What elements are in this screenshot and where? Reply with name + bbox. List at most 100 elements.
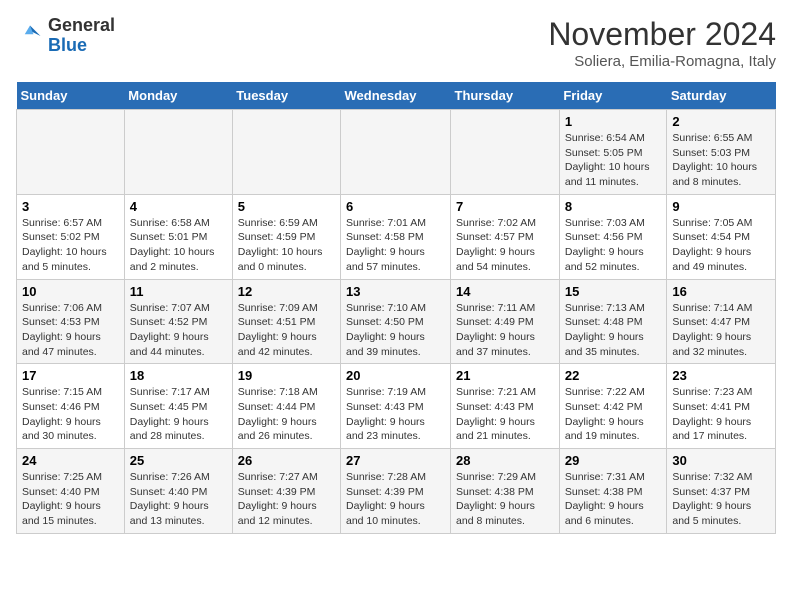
calendar-table: SundayMondayTuesdayWednesdayThursdayFrid… bbox=[16, 82, 776, 534]
day-info: Sunrise: 6:58 AMSunset: 5:01 PMDaylight:… bbox=[130, 216, 227, 275]
calendar-day-cell: 24 Sunrise: 7:25 AMSunset: 4:40 PMDayligh… bbox=[17, 449, 125, 534]
day-number: 19 bbox=[238, 368, 335, 383]
calendar-day-cell: 17 Sunrise: 7:15 AMSunset: 4:46 PMDayligh… bbox=[17, 364, 125, 449]
day-number: 16 bbox=[672, 284, 770, 299]
day-number: 24 bbox=[22, 453, 119, 468]
calendar-day-cell: 23 Sunrise: 7:23 AMSunset: 4:41 PMDayligh… bbox=[667, 364, 776, 449]
day-info: Sunrise: 7:32 AMSunset: 4:37 PMDaylight:… bbox=[672, 470, 770, 529]
day-number: 22 bbox=[565, 368, 662, 383]
day-number: 13 bbox=[346, 284, 445, 299]
calendar-day-cell: 16 Sunrise: 7:14 AMSunset: 4:47 PMDayligh… bbox=[667, 279, 776, 364]
calendar-day-cell: 9Sunrise: 7:05 AMSunset: 4:54 PMDaylight… bbox=[667, 194, 776, 279]
day-info: Sunrise: 7:01 AMSunset: 4:58 PMDaylight:… bbox=[346, 216, 445, 275]
weekday-header: Saturday bbox=[667, 82, 776, 110]
calendar-day-cell: 30 Sunrise: 7:32 AMSunset: 4:37 PMDayligh… bbox=[667, 449, 776, 534]
calendar-day-cell: 14 Sunrise: 7:11 AMSunset: 4:49 PMDayligh… bbox=[451, 279, 560, 364]
weekday-header: Tuesday bbox=[232, 82, 340, 110]
calendar-day-cell: 25 Sunrise: 7:26 AMSunset: 4:40 PMDayligh… bbox=[124, 449, 232, 534]
calendar-day-cell bbox=[17, 110, 125, 195]
calendar-week-row: 24 Sunrise: 7:25 AMSunset: 4:40 PMDayligh… bbox=[17, 449, 776, 534]
day-info: Sunrise: 7:26 AMSunset: 4:40 PMDaylight:… bbox=[130, 470, 227, 529]
month-title: November 2024 bbox=[548, 16, 776, 53]
day-info: Sunrise: 7:11 AMSunset: 4:49 PMDaylight:… bbox=[456, 301, 554, 360]
day-number: 10 bbox=[22, 284, 119, 299]
calendar-day-cell: 5 Sunrise: 6:59 AMSunset: 4:59 PMDaylight… bbox=[232, 194, 340, 279]
calendar-day-cell: 1 Sunrise: 6:54 AMSunset: 5:05 PMDaylight… bbox=[559, 110, 667, 195]
calendar-day-cell: 11 Sunrise: 7:07 AMSunset: 4:52 PMDayligh… bbox=[124, 279, 232, 364]
day-number: 7 bbox=[456, 199, 554, 214]
calendar-week-row: 1 Sunrise: 6:54 AMSunset: 5:05 PMDaylight… bbox=[17, 110, 776, 195]
calendar-day-cell: 27 Sunrise: 7:28 AMSunset: 4:39 PMDayligh… bbox=[341, 449, 451, 534]
day-info: Sunrise: 7:21 AMSunset: 4:43 PMDaylight:… bbox=[456, 385, 554, 444]
day-info: Sunrise: 7:27 AMSunset: 4:39 PMDaylight:… bbox=[238, 470, 335, 529]
calendar-week-row: 10 Sunrise: 7:06 AMSunset: 4:53 PMDayligh… bbox=[17, 279, 776, 364]
day-number: 5 bbox=[238, 199, 335, 214]
day-number: 26 bbox=[238, 453, 335, 468]
header: General Blue November 2024 Soliera, Emil… bbox=[16, 16, 776, 70]
calendar-day-cell: 8 Sunrise: 7:03 AMSunset: 4:56 PMDaylight… bbox=[559, 194, 667, 279]
day-info: Sunrise: 7:06 AMSunset: 4:53 PMDaylight:… bbox=[22, 301, 119, 360]
day-number: 18 bbox=[130, 368, 227, 383]
calendar-week-row: 17 Sunrise: 7:15 AMSunset: 4:46 PMDayligh… bbox=[17, 364, 776, 449]
calendar-day-cell: 18 Sunrise: 7:17 AMSunset: 4:45 PMDayligh… bbox=[124, 364, 232, 449]
weekday-header: Thursday bbox=[451, 82, 560, 110]
day-info: Sunrise: 7:03 AMSunset: 4:56 PMDaylight:… bbox=[565, 216, 662, 275]
logo-general: General bbox=[48, 15, 115, 35]
calendar-day-cell: 15 Sunrise: 7:13 AMSunset: 4:48 PMDayligh… bbox=[559, 279, 667, 364]
day-number: 30 bbox=[672, 453, 770, 468]
day-number: 28 bbox=[456, 453, 554, 468]
calendar-day-cell: 13Sunrise: 7:10 AMSunset: 4:50 PMDayligh… bbox=[341, 279, 451, 364]
day-info: Sunrise: 7:13 AMSunset: 4:48 PMDaylight:… bbox=[565, 301, 662, 360]
day-number: 23 bbox=[672, 368, 770, 383]
location-title: Soliera, Emilia-Romagna, Italy bbox=[548, 53, 776, 70]
day-number: 11 bbox=[130, 284, 227, 299]
day-info: Sunrise: 7:09 AMSunset: 4:51 PMDaylight:… bbox=[238, 301, 335, 360]
day-info: Sunrise: 7:28 AMSunset: 4:39 PMDaylight:… bbox=[346, 470, 445, 529]
day-number: 21 bbox=[456, 368, 554, 383]
day-info: Sunrise: 7:31 AMSunset: 4:38 PMDaylight:… bbox=[565, 470, 662, 529]
day-number: 3 bbox=[22, 199, 119, 214]
calendar-day-cell: 10 Sunrise: 7:06 AMSunset: 4:53 PMDayligh… bbox=[17, 279, 125, 364]
day-number: 8 bbox=[565, 199, 662, 214]
day-info: Sunrise: 6:59 AMSunset: 4:59 PMDaylight:… bbox=[238, 216, 335, 275]
calendar-day-cell bbox=[341, 110, 451, 195]
day-number: 15 bbox=[565, 284, 662, 299]
day-number: 1 bbox=[565, 114, 662, 129]
day-info: Sunrise: 7:15 AMSunset: 4:46 PMDaylight:… bbox=[22, 385, 119, 444]
weekday-header: Wednesday bbox=[341, 82, 451, 110]
day-number: 27 bbox=[346, 453, 445, 468]
day-info: Sunrise: 6:54 AMSunset: 5:05 PMDaylight:… bbox=[565, 131, 662, 190]
day-info: Sunrise: 7:07 AMSunset: 4:52 PMDaylight:… bbox=[130, 301, 227, 360]
day-info: Sunrise: 7:19 AMSunset: 4:43 PMDaylight:… bbox=[346, 385, 445, 444]
weekday-header-row: SundayMondayTuesdayWednesdayThursdayFrid… bbox=[17, 82, 776, 110]
calendar-day-cell bbox=[451, 110, 560, 195]
day-info: Sunrise: 7:02 AMSunset: 4:57 PMDaylight:… bbox=[456, 216, 554, 275]
calendar-day-cell: 26 Sunrise: 7:27 AMSunset: 4:39 PMDayligh… bbox=[232, 449, 340, 534]
weekday-header: Monday bbox=[124, 82, 232, 110]
day-info: Sunrise: 7:17 AMSunset: 4:45 PMDaylight:… bbox=[130, 385, 227, 444]
calendar-day-cell: 19 Sunrise: 7:18 AMSunset: 4:44 PMDayligh… bbox=[232, 364, 340, 449]
calendar-week-row: 3Sunrise: 6:57 AMSunset: 5:02 PMDaylight… bbox=[17, 194, 776, 279]
day-number: 20 bbox=[346, 368, 445, 383]
weekday-header: Friday bbox=[559, 82, 667, 110]
calendar-day-cell bbox=[124, 110, 232, 195]
day-info: Sunrise: 7:18 AMSunset: 4:44 PMDaylight:… bbox=[238, 385, 335, 444]
calendar-day-cell: 3Sunrise: 6:57 AMSunset: 5:02 PMDaylight… bbox=[17, 194, 125, 279]
day-number: 14 bbox=[456, 284, 554, 299]
logo-blue: Blue bbox=[48, 35, 87, 55]
day-info: Sunrise: 7:25 AMSunset: 4:40 PMDaylight:… bbox=[22, 470, 119, 529]
day-info: Sunrise: 7:14 AMSunset: 4:47 PMDaylight:… bbox=[672, 301, 770, 360]
day-number: 6 bbox=[346, 199, 445, 214]
day-number: 17 bbox=[22, 368, 119, 383]
day-number: 12 bbox=[238, 284, 335, 299]
day-info: Sunrise: 7:23 AMSunset: 4:41 PMDaylight:… bbox=[672, 385, 770, 444]
day-number: 4 bbox=[130, 199, 227, 214]
calendar-day-cell: 21 Sunrise: 7:21 AMSunset: 4:43 PMDayligh… bbox=[451, 364, 560, 449]
day-number: 9 bbox=[672, 199, 770, 214]
day-info: Sunrise: 6:55 AMSunset: 5:03 PMDaylight:… bbox=[672, 131, 770, 190]
calendar-day-cell: 7 Sunrise: 7:02 AMSunset: 4:57 PMDaylight… bbox=[451, 194, 560, 279]
day-number: 2 bbox=[672, 114, 770, 129]
day-number: 25 bbox=[130, 453, 227, 468]
day-info: Sunrise: 7:29 AMSunset: 4:38 PMDaylight:… bbox=[456, 470, 554, 529]
calendar-day-cell: 6 Sunrise: 7:01 AMSunset: 4:58 PMDaylight… bbox=[341, 194, 451, 279]
